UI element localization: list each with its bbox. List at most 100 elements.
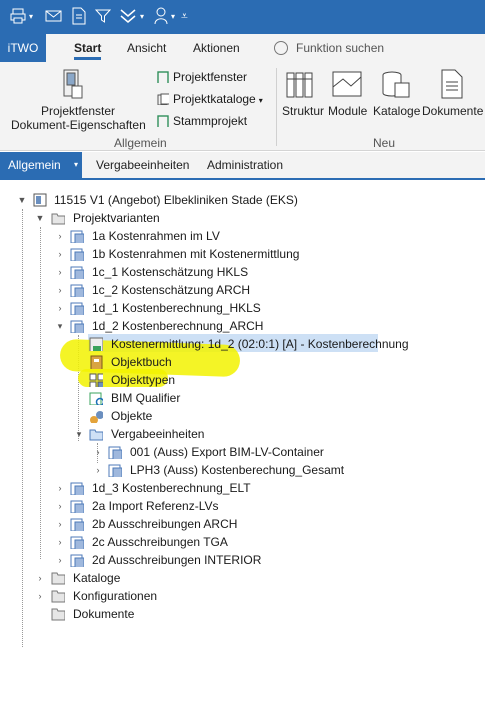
- chevron-down-icon[interactable]: ▾: [29, 12, 33, 21]
- tree-node-objektbuch[interactable]: Objektbuch: [0, 353, 485, 371]
- bim-qualifier-icon: [89, 392, 103, 405]
- tree-node-variant[interactable]: › 1d_1 Kostenberechnung_HKLS: [0, 299, 485, 317]
- double-chevron-down-icon[interactable]: [119, 8, 137, 24]
- stammprojekt-button[interactable]: Stammprojekt: [157, 112, 247, 130]
- tree-node-variant[interactable]: › 1c_2 Kostenschätzung ARCH: [0, 281, 485, 299]
- group-label-allgemein: Allgemein: [114, 136, 167, 150]
- tree-label: 2d Ausschreibungen INTERIOR: [92, 553, 262, 567]
- struktur-button[interactable]: Struktur: [282, 104, 324, 118]
- tree-label: 1c_2 Kostenschätzung ARCH: [92, 283, 251, 297]
- expand-toggle-icon[interactable]: ›: [55, 303, 65, 313]
- tree-label: Kataloge: [73, 571, 121, 585]
- tree-node-vergabeeinheiten[interactable]: ▾ Vergabeeinheiten: [0, 425, 485, 443]
- tree-node-variant[interactable]: › 2b Ausschreibungen ARCH: [0, 515, 485, 533]
- expand-toggle-icon[interactable]: ›: [55, 285, 65, 295]
- cost-estimate-icon: [89, 337, 103, 351]
- expand-toggle-icon[interactable]: ›: [35, 591, 45, 601]
- expand-toggle-icon[interactable]: ▼: [17, 195, 27, 205]
- projektkataloge-button[interactable]: Projektkataloge ▾: [157, 90, 263, 108]
- ribbon-tab-bar: iTWO Start Ansicht Aktionen: [0, 34, 485, 62]
- tree-node-variant[interactable]: › 2d Ausschreibungen INTERIOR: [0, 551, 485, 569]
- documents-icon: [441, 69, 463, 99]
- expand-toggle-icon[interactable]: ›: [55, 501, 65, 511]
- expand-toggle-icon[interactable]: ›: [35, 573, 45, 583]
- tree-node-vergabeeinheit[interactable]: › 001 (Auss) Export BIM-LV-Container: [0, 443, 485, 461]
- collapse-toggle-icon[interactable]: ▾: [74, 429, 84, 439]
- variant-icon: [70, 500, 84, 513]
- document-edit-icon[interactable]: [71, 7, 87, 25]
- stammprojekt-label: Stammprojekt: [173, 114, 248, 128]
- chevron-down-icon[interactable]: ▾: [74, 152, 78, 178]
- mail-icon[interactable]: [45, 8, 63, 24]
- tree-node-objekttypen[interactable]: Objekttypen: [0, 371, 485, 389]
- tree-node-variant[interactable]: › 1d_3 Kostenberechnung_ELT: [0, 479, 485, 497]
- projektfenster-small-label: Projektfenster: [173, 70, 248, 84]
- projektfenster-button[interactable]: Projektfenster: [41, 104, 115, 118]
- tab-allgemein[interactable]: Allgemein ▾: [0, 152, 82, 178]
- tab-ansicht[interactable]: Ansicht: [127, 34, 166, 62]
- tree-label: 1b Kostenrahmen mit Kostenermittlung: [92, 247, 300, 261]
- tab-aktionen[interactable]: Aktionen: [193, 34, 240, 62]
- expand-toggle-icon[interactable]: ›: [55, 267, 65, 277]
- user-settings-icon[interactable]: [154, 7, 170, 25]
- catalog-icon: [157, 93, 169, 105]
- variant-icon: [70, 320, 84, 333]
- chevron-down-icon[interactable]: ▾: [140, 12, 144, 21]
- expand-toggle-icon[interactable]: ›: [93, 447, 103, 457]
- tree-node-kataloge[interactable]: › Kataloge: [0, 569, 485, 587]
- tab-start[interactable]: Start: [74, 34, 102, 62]
- contract-unit-icon: [108, 446, 122, 459]
- tree-node-variant[interactable]: › 1b Kostenrahmen mit Kostenermittlung: [0, 245, 485, 263]
- kataloge-button[interactable]: Kataloge: [373, 104, 420, 118]
- function-search[interactable]: Funktion suchen: [274, 34, 384, 62]
- collapse-toggle-icon[interactable]: ▾: [55, 321, 65, 331]
- tab-vergabeeinheiten[interactable]: Vergabeeinheiten: [96, 152, 189, 178]
- expand-toggle-icon[interactable]: ›: [93, 465, 103, 475]
- object-types-icon: [89, 373, 103, 387]
- expand-toggle-icon[interactable]: ›: [55, 483, 65, 493]
- tree-node-konfigurationen[interactable]: › Konfigurationen: [0, 587, 485, 605]
- print-icon[interactable]: [10, 8, 26, 24]
- tree-node-variant-expanded[interactable]: ▾ 1d_2 Kostenberechnung_ARCH: [0, 317, 485, 335]
- tree-node-bim-qualifier[interactable]: BIM Qualifier: [0, 389, 485, 407]
- tree-node-kostenermittlung[interactable]: Kostenermittlung: 1d_2 (02:0:1) [A] - Ko…: [0, 335, 485, 353]
- tree-label: 2b Ausschreibungen ARCH: [92, 517, 238, 531]
- expand-toggle-icon[interactable]: ›: [55, 249, 65, 259]
- tree-node-projektvarianten[interactable]: ▼ Projektvarianten: [0, 209, 485, 227]
- object-book-icon: [90, 355, 103, 369]
- tree-node-vergabeeinheit[interactable]: › LPH3 (Auss) Kostenberechung_Gesamt: [0, 461, 485, 479]
- expand-toggle-icon[interactable]: ›: [55, 555, 65, 565]
- expand-toggle-icon[interactable]: ›: [55, 519, 65, 529]
- tree-node-variant[interactable]: › 1a Kostenrahmen im LV: [0, 227, 485, 245]
- tab-itwo[interactable]: iTWO: [0, 34, 46, 62]
- expand-toggle-icon[interactable]: ›: [55, 231, 65, 241]
- expand-toggle-icon[interactable]: ▼: [35, 213, 45, 223]
- tree-label: 2c Ausschreibungen TGA: [92, 535, 228, 549]
- tree-label: Objekttypen: [111, 373, 176, 387]
- tree-node-root[interactable]: ▼ 11515 V1 (Angebot) Elbekliniken Stade …: [0, 191, 485, 209]
- customize-qat-icon[interactable]: ⩡: [181, 6, 188, 26]
- tree-node-variant[interactable]: › 2a Import Referenz-LVs: [0, 497, 485, 515]
- tree-label: 1d_1 Kostenberechnung_HKLS: [92, 301, 261, 315]
- expand-toggle-icon[interactable]: ›: [55, 537, 65, 547]
- folder-open-icon: [51, 213, 65, 225]
- tree-label: Dokumente: [73, 607, 135, 621]
- module-button[interactable]: Module: [328, 104, 367, 118]
- projektfenster-small-button[interactable]: Projektfenster: [157, 68, 247, 86]
- tree-node-variant[interactable]: › 2c Ausschreibungen TGA: [0, 533, 485, 551]
- tree-label: BIM Qualifier: [111, 391, 181, 405]
- tree-label: 1d_3 Kostenberechnung_ELT: [92, 481, 251, 495]
- catalogs-icon: [382, 71, 410, 98]
- dokumente-button[interactable]: Dokumente: [422, 104, 483, 118]
- variant-icon: [70, 482, 84, 495]
- tab-administration[interactable]: Administration: [207, 152, 283, 178]
- tree-node-dokumente[interactable]: Dokumente: [0, 605, 485, 623]
- lightbulb-icon: [274, 40, 288, 55]
- filter-icon[interactable]: [95, 8, 111, 24]
- folder-icon: [51, 608, 65, 621]
- dokument-eigenschaften-button[interactable]: Dokument-Eigenschaften: [11, 118, 146, 132]
- tree-node-variant[interactable]: › 1c_1 Kostenschätzung HKLS: [0, 263, 485, 281]
- chevron-down-icon[interactable]: ▾: [171, 12, 175, 21]
- tree-node-objekte[interactable]: Objekte: [0, 407, 485, 425]
- tree-label: Objektbuch: [111, 355, 172, 369]
